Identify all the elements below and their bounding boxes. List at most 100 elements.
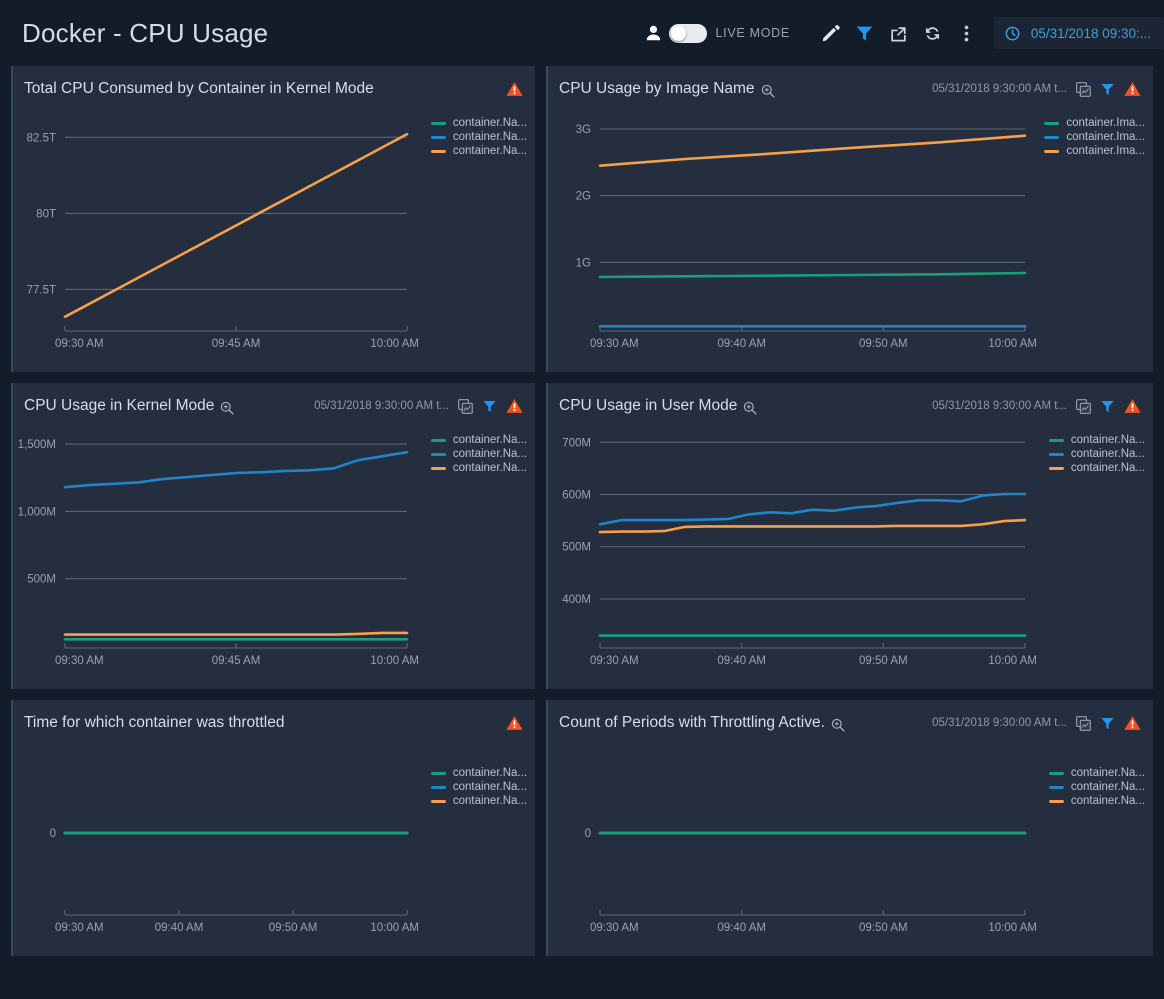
x-tick-label: 10:00 AM (988, 655, 1037, 667)
chart-legend: container.Na... container.Na... container.… (431, 117, 527, 157)
legend-item[interactable]: container.Na... (431, 767, 527, 779)
series-line (600, 273, 1025, 277)
warning-icon[interactable] (506, 715, 523, 731)
more-options-button[interactable] (950, 13, 984, 53)
panel-title: CPU Usage by Image Name (559, 80, 755, 98)
live-mode-toggle[interactable] (669, 24, 707, 43)
legend-item[interactable]: container.Na... (431, 462, 527, 474)
panel-header: CPU Usage by Image Name 05/31/2018 9:30:0… (548, 71, 1153, 107)
panel-filter-icon[interactable] (1100, 399, 1115, 414)
panel-total-cpu-kernel: Total CPU Consumed by Container in Kerne… (11, 66, 535, 372)
legend-item[interactable]: container.Na... (431, 117, 527, 129)
legend-item[interactable]: container.Na... (1049, 448, 1145, 460)
legend-color-swatch (431, 772, 446, 775)
legend-item[interactable]: container.Na... (1049, 795, 1145, 807)
legend-item[interactable]: container.Na... (431, 145, 527, 157)
panel-time-range: 05/31/2018 9:30:00 AM t... (932, 83, 1067, 95)
legend-item[interactable]: container.Na... (431, 448, 527, 460)
panel-header-actions: 05/31/2018 9:30:00 AM t... (932, 715, 1141, 731)
panel-header-actions (506, 81, 523, 97)
legend-color-swatch (1044, 122, 1059, 125)
legend-label: container.Na... (1071, 781, 1145, 793)
magnifier-icon[interactable] (831, 718, 845, 732)
legend-color-swatch (431, 439, 446, 442)
refresh-button[interactable] (916, 13, 950, 53)
series-line (600, 136, 1025, 166)
panel-throttled-time: Time for which container was throttled 00… (11, 700, 535, 956)
legend-color-swatch (431, 122, 446, 125)
warning-icon[interactable] (1124, 715, 1141, 731)
panel-throttling-periods-count: Count of Periods with Throttling Active.… (546, 700, 1153, 956)
legend-item[interactable]: container.Ima... (1044, 145, 1145, 157)
user-icon (646, 25, 661, 41)
chart-type-icon[interactable] (458, 399, 473, 414)
chart-type-icon[interactable] (1076, 716, 1091, 731)
warning-icon[interactable] (506, 81, 523, 97)
y-tick-label: 500M (562, 542, 591, 554)
edit-button[interactable] (814, 13, 848, 53)
x-tick-label: 09:45 AM (212, 655, 261, 667)
legend-item[interactable]: container.Ima... (1044, 117, 1145, 129)
legend-label: container.Na... (453, 462, 527, 474)
panel-title: CPU Usage in Kernel Mode (24, 397, 214, 415)
legend-item[interactable]: container.Ima... (1044, 131, 1145, 143)
magnifier-icon[interactable] (220, 401, 234, 415)
panel-filter-icon[interactable] (1100, 716, 1115, 731)
legend-label: container.Na... (453, 795, 527, 807)
x-tick-label: 09:30 AM (590, 338, 639, 350)
legend-color-swatch (1049, 467, 1064, 470)
time-range-label: 05/31/2018 09:30:... (1031, 26, 1151, 41)
legend-item[interactable]: container.Na... (431, 781, 527, 793)
chart-area: 009:30 AM09:40 AM09:50 AM10:00 AMcontain… (13, 741, 535, 939)
warning-icon[interactable] (1124, 398, 1141, 414)
panel-filter-icon[interactable] (1100, 82, 1115, 97)
filter-button[interactable] (848, 13, 882, 53)
x-tick-label: 10:00 AM (988, 922, 1037, 934)
panel-header-actions: 05/31/2018 9:30:00 AM t... (932, 398, 1141, 414)
chart-type-icon[interactable] (1076, 399, 1091, 414)
panel-title: Time for which container was throttled (24, 714, 284, 732)
legend-item[interactable]: container.Na... (431, 434, 527, 446)
x-tick-label: 10:00 AM (370, 922, 419, 934)
y-tick-label: 400M (562, 594, 591, 606)
panel-slot: CPU Usage in Kernel Mode05/31/2018 9:30:… (0, 383, 546, 700)
x-tick-label: 09:40 AM (155, 922, 204, 934)
panel-filter-icon[interactable] (482, 399, 497, 414)
legend-item[interactable]: container.Na... (1049, 462, 1145, 474)
legend-item[interactable]: container.Na... (431, 131, 527, 143)
series-line (600, 494, 1025, 524)
legend-label: container.Na... (1071, 767, 1145, 779)
warning-icon[interactable] (1124, 81, 1141, 97)
legend-item[interactable]: container.Na... (1049, 781, 1145, 793)
panel-header: CPU Usage in Kernel Mode05/31/2018 9:30:… (13, 388, 535, 424)
legend-item[interactable]: container.Na... (1049, 767, 1145, 779)
legend-color-swatch (1049, 439, 1064, 442)
legend-label: container.Na... (1071, 448, 1145, 460)
legend-item[interactable]: container.Na... (431, 795, 527, 807)
time-range-picker[interactable]: 05/31/2018 09:30:... (994, 17, 1164, 49)
page-title: Docker - CPU Usage (22, 18, 268, 49)
magnifier-icon[interactable] (761, 84, 775, 98)
chart-area: 1,500M1,000M500M09:30 AM09:45 AM10:00 AM… (13, 424, 535, 672)
warning-icon[interactable] (506, 398, 523, 414)
x-tick-label: 10:00 AM (988, 338, 1037, 350)
legend-color-swatch (431, 136, 446, 139)
pencil-icon (821, 24, 840, 43)
toggle-knob (671, 26, 686, 41)
y-tick-label: 700M (562, 437, 591, 449)
legend-label: container.Na... (453, 781, 527, 793)
live-mode-label: LIVE MODE (716, 26, 790, 40)
panel-header-actions (506, 715, 523, 731)
panel-time-range: 05/31/2018 9:30:00 AM t... (932, 717, 1067, 729)
magnifier-icon[interactable] (743, 401, 757, 415)
dashboard-page: Docker - CPU Usage LIVE MODE (0, 0, 1164, 999)
x-tick-label: 09:30 AM (590, 922, 639, 934)
x-tick-label: 09:40 AM (717, 338, 766, 350)
panel-header: Time for which container was throttled (13, 705, 535, 741)
chart-type-icon[interactable] (1076, 82, 1091, 97)
share-button[interactable] (882, 13, 916, 53)
legend-item[interactable]: container.Na... (1049, 434, 1145, 446)
y-tick-label: 500M (27, 574, 56, 586)
chart-legend: container.Na... container.Na... container.… (1049, 434, 1145, 474)
legend-color-swatch (431, 800, 446, 803)
